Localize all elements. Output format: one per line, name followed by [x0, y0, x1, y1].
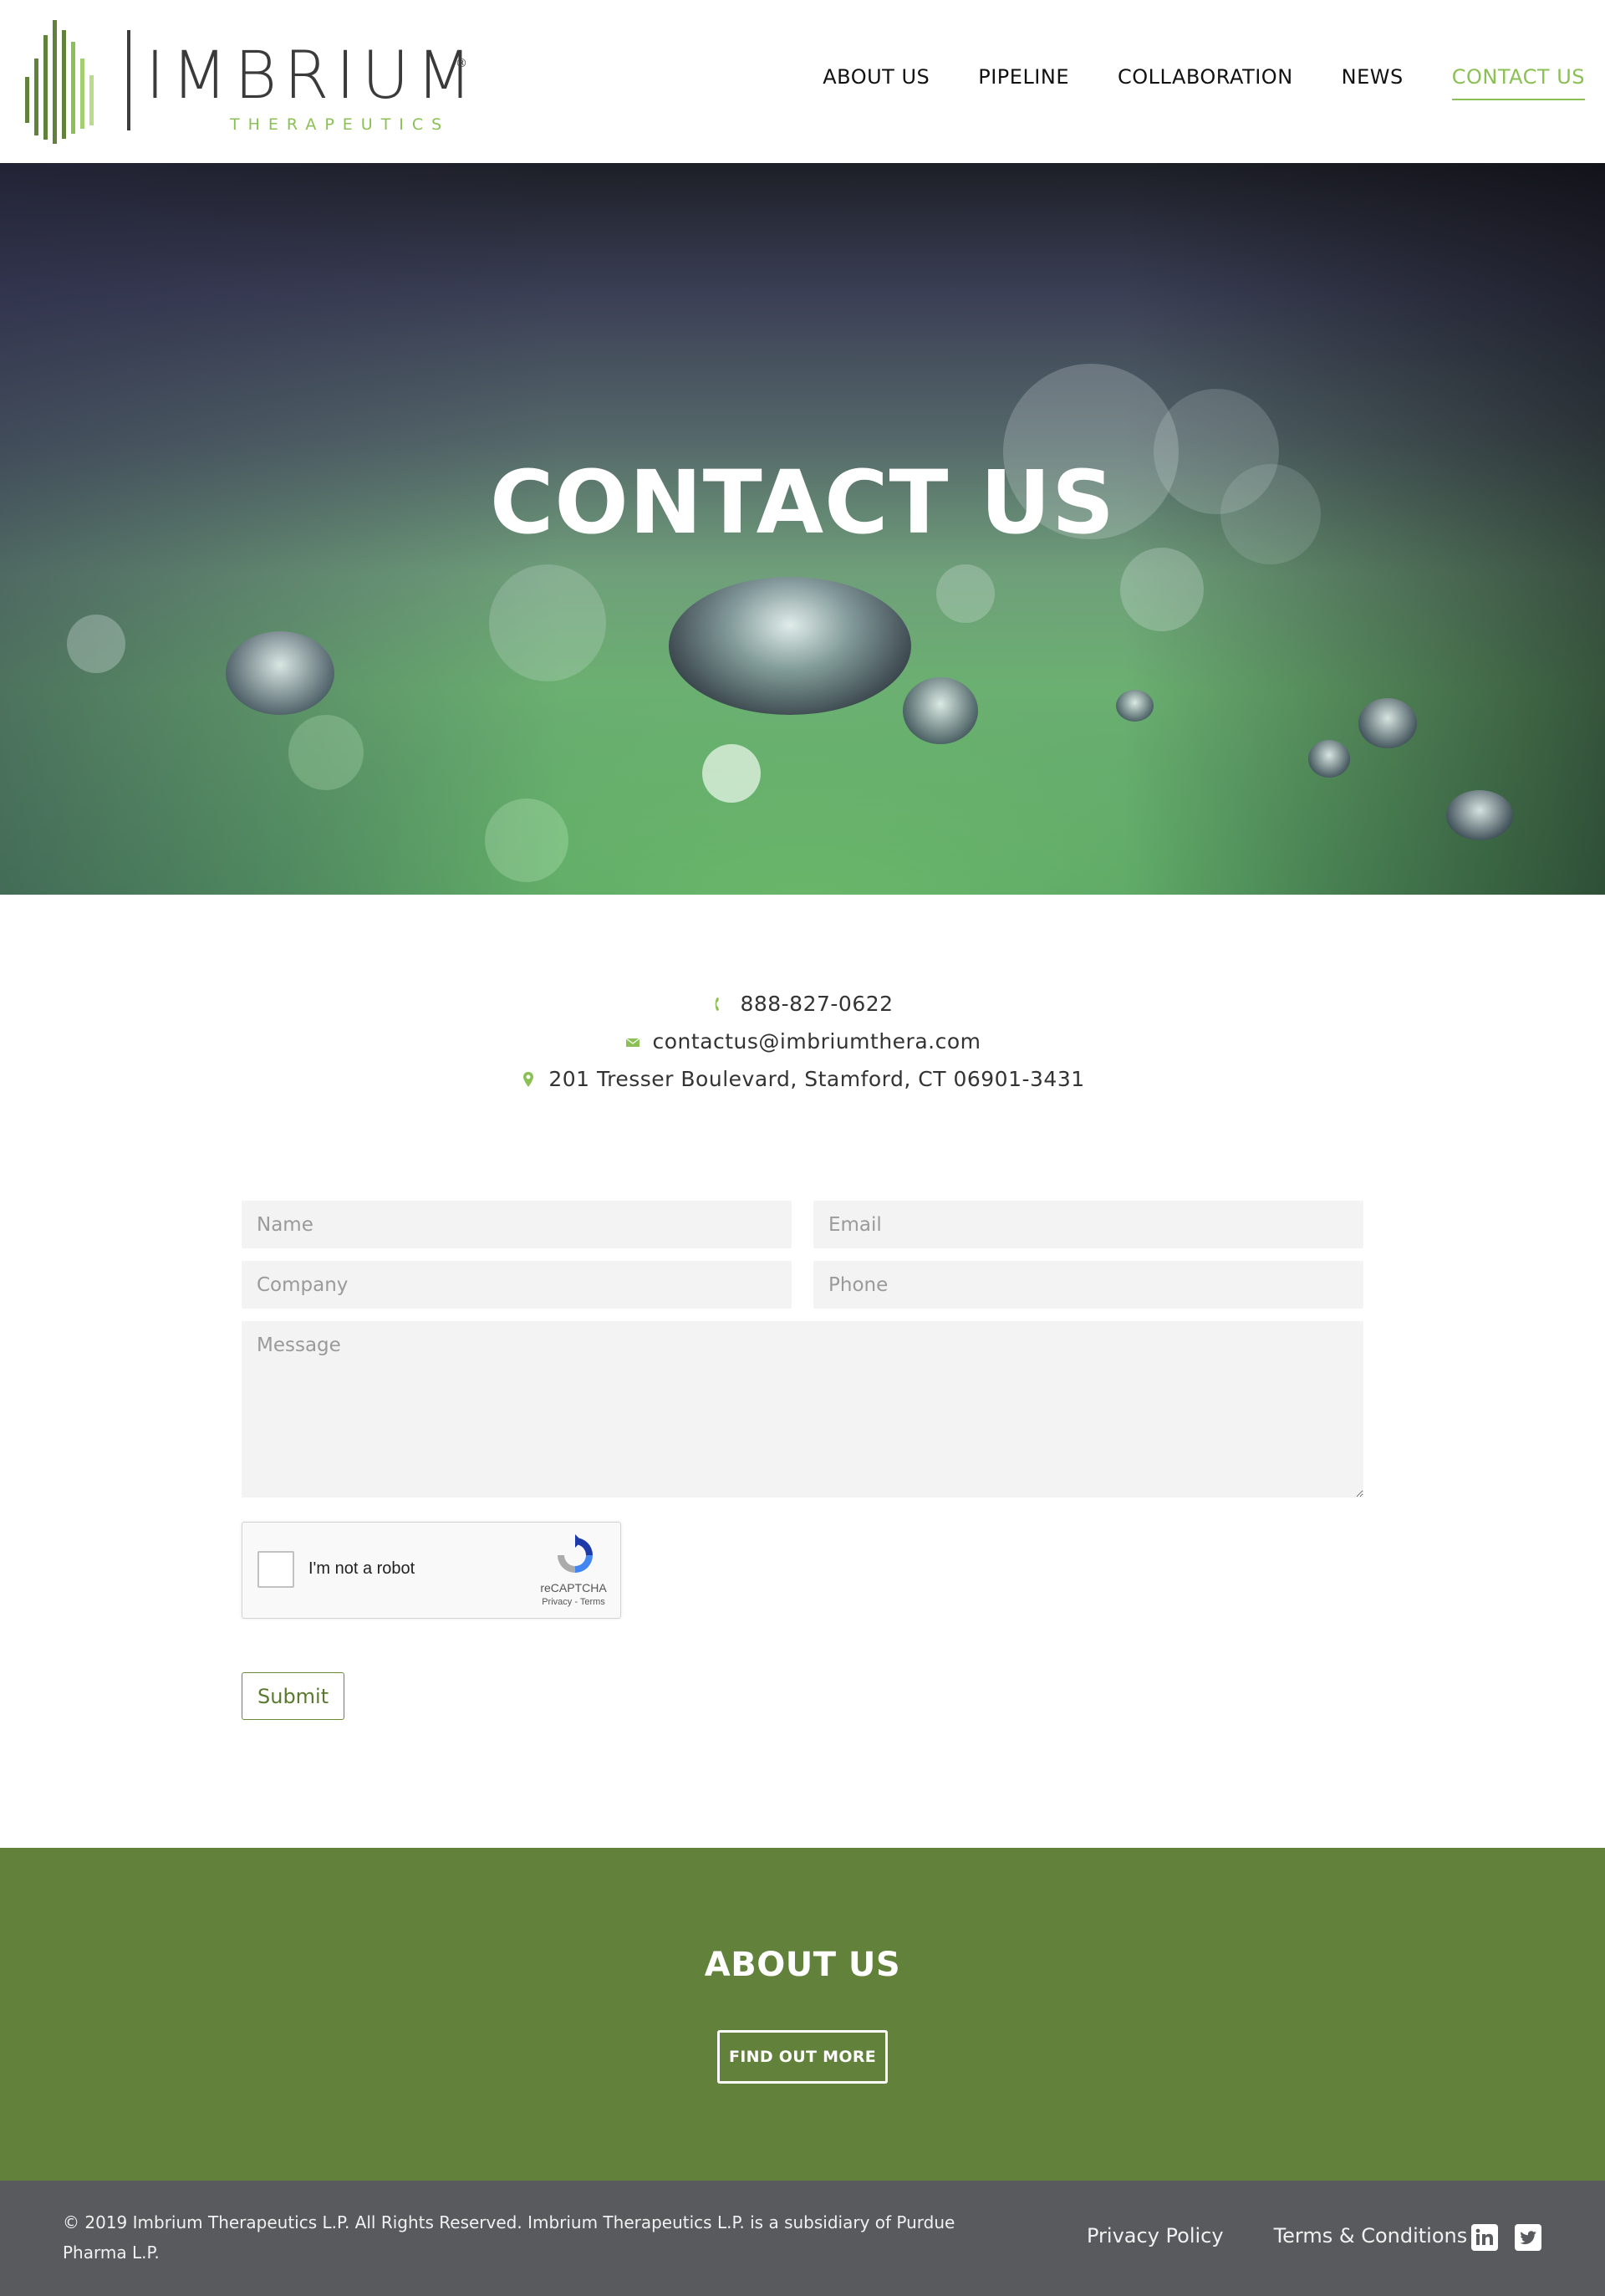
recaptcha-logo-icon [558, 1534, 593, 1573]
bokeh-circle [485, 798, 568, 882]
site-footer: © 2019 Imbrium Therapeutics L.P. All Rig… [0, 2181, 1605, 2296]
about-us-band: ABOUT US FIND OUT MORE [0, 1848, 1605, 2181]
recaptcha-checkbox[interactable] [257, 1551, 294, 1588]
nav-pipeline[interactable]: PIPELINE [978, 65, 1069, 100]
site-header: IMBRIUM ® THERAPEUTICS ABOUT US PIPELINE… [0, 0, 1605, 163]
bokeh-circle [936, 564, 995, 623]
find-out-more-button[interactable]: FIND OUT MORE [717, 2030, 888, 2084]
footer-links: Privacy Policy Terms & Conditions [1087, 2224, 1467, 2248]
contact-address: 201 Tresser Boulevard, Stamford, CT 0690… [548, 1067, 1085, 1091]
water-drop [1116, 690, 1154, 722]
message-textarea[interactable] [242, 1321, 1363, 1498]
twitter-icon[interactable] [1515, 2224, 1541, 2251]
bokeh-circle [489, 564, 606, 681]
water-drop [1308, 740, 1350, 778]
contact-phone[interactable]: 888-827-0622 [740, 992, 893, 1016]
company-input[interactable] [242, 1261, 792, 1309]
terms-conditions-link[interactable]: Terms & Conditions [1274, 2224, 1468, 2248]
nav-about-us[interactable]: ABOUT US [823, 65, 930, 100]
imbrium-logo[interactable]: IMBRIUM ® THERAPEUTICS [23, 18, 475, 144]
bokeh-circle [1120, 548, 1204, 631]
submit-button[interactable]: Submit [242, 1672, 345, 1720]
recaptcha-brand: reCAPTCHA [540, 1581, 607, 1594]
water-drop [1446, 790, 1513, 840]
about-us-heading: ABOUT US [704, 1946, 901, 1984]
water-drop [1358, 698, 1417, 748]
contact-info: 888-827-0622 contactus@imbriumthera.com … [0, 985, 1605, 1098]
envelope-icon [625, 1038, 639, 1047]
recaptcha-label: I'm not a robot [308, 1559, 415, 1578]
water-drop [669, 577, 911, 715]
bokeh-circle [67, 615, 125, 673]
copyright-text: © 2019 Imbrium Therapeutics L.P. All Rig… [63, 2212, 955, 2263]
name-input[interactable] [242, 1201, 792, 1248]
linkedin-icon[interactable] [1471, 2224, 1498, 2251]
logo-wordmark: IMBRIUM [145, 38, 479, 114]
recaptcha-links[interactable]: Privacy - Terms [533, 1597, 614, 1607]
logo-bars-icon [25, 20, 94, 144]
nav-contact-us[interactable]: CONTACT US [1451, 65, 1585, 100]
phone-icon [716, 997, 720, 1011]
water-drop [226, 631, 334, 715]
nav-collaboration[interactable]: COLLABORATION [1118, 65, 1293, 100]
water-drop [903, 677, 978, 744]
contact-phone-row: 888-827-0622 [0, 985, 1605, 1023]
contact-email[interactable]: contactus@imbriumthera.com [653, 1029, 981, 1054]
logo-registered-mark: ® [456, 57, 467, 70]
recaptcha-widget: I'm not a robot reCAPTCHA Privacy - Term… [242, 1522, 621, 1619]
bokeh-circle [288, 715, 364, 790]
main-nav: ABOUT US PIPELINE COLLABORATION NEWS CON… [823, 65, 1585, 100]
logo-tagline: THERAPEUTICS [230, 115, 451, 134]
hero-banner: CONTACT US [0, 163, 1605, 895]
email-input[interactable] [813, 1201, 1363, 1248]
contact-address-row: 201 Tresser Boulevard, Stamford, CT 0690… [0, 1060, 1605, 1098]
contact-email-row: contactus@imbriumthera.com [0, 1023, 1605, 1060]
bokeh-circle [702, 744, 761, 803]
hero-title: CONTACT US [490, 452, 1115, 554]
nav-news[interactable]: NEWS [1342, 65, 1404, 100]
map-pin-icon [523, 1071, 534, 1087]
phone-input[interactable] [813, 1261, 1363, 1309]
privacy-policy-link[interactable]: Privacy Policy [1087, 2224, 1224, 2248]
logo-divider [127, 30, 130, 130]
